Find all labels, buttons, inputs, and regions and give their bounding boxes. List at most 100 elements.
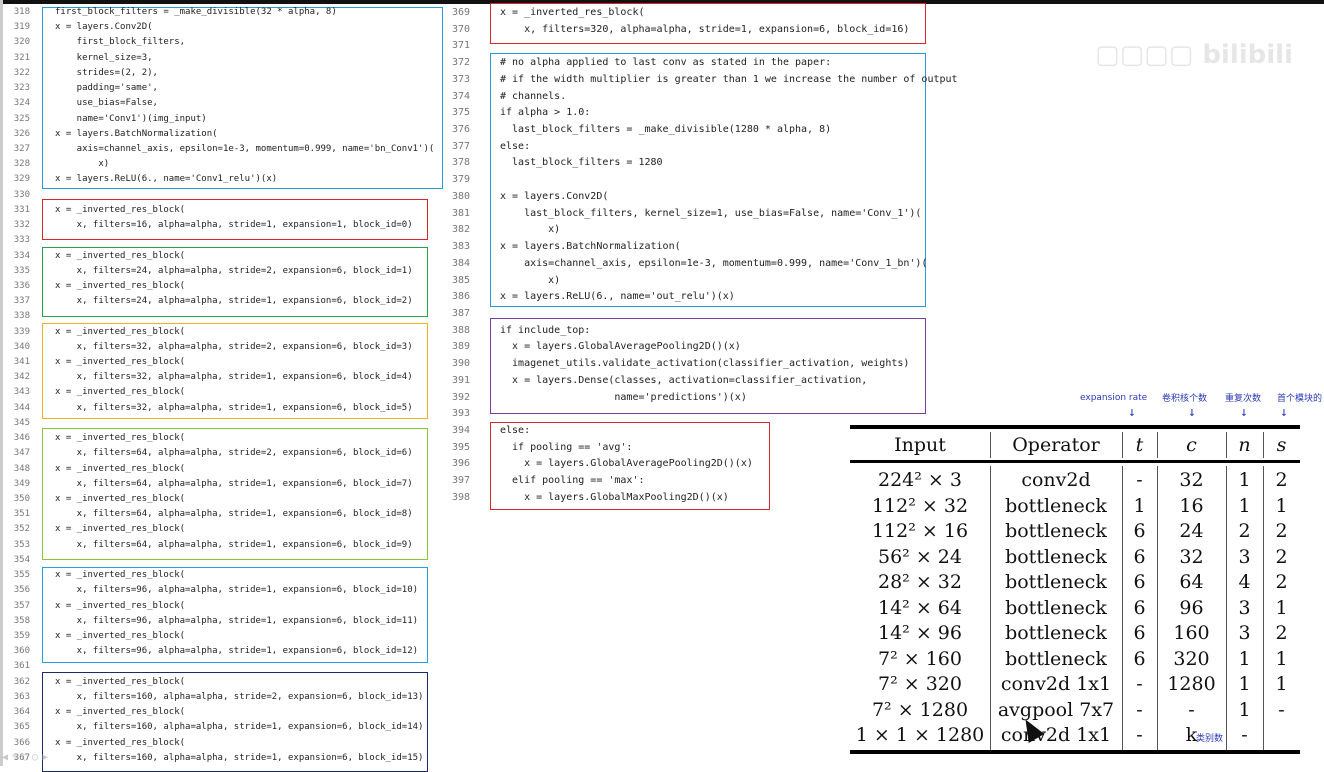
line-number: 344 <box>13 402 30 413</box>
line-number: 332 <box>13 220 30 231</box>
line-number: 354 <box>13 554 30 565</box>
code-text: axis=channel_axis, epsilon=1e-3, momentu… <box>500 257 928 269</box>
code-text: elif pooling == 'max': <box>500 475 645 487</box>
code-line: 356 x, filters=96, alpha=alpha, stride=1… <box>0 583 450 598</box>
table-cell: bottleneck <box>1005 571 1107 593</box>
table-header-2: t <box>1135 434 1144 456</box>
line-number: 340 <box>13 341 30 352</box>
code-text: x = _inverted_res_block( <box>55 600 186 611</box>
line-number: 384 <box>451 257 470 269</box>
table-cell: bottleneck <box>1005 520 1107 542</box>
line-number: 324 <box>13 98 30 109</box>
line-number: 342 <box>13 372 30 383</box>
caption-icon[interactable]: ◯ <box>22 752 28 763</box>
table-cell: 7² × 1280 <box>871 698 969 721</box>
code-text: x = _inverted_res_block( <box>55 676 186 687</box>
mobilenetv2-architecture-table: Input Operator t c n s 224² × 3 conv2d -32 1 2 112²… <box>850 420 1300 755</box>
code-line: 365 x, filters=160, alpha=alpha, stride=… <box>0 720 450 735</box>
table-header-4: n <box>1238 434 1251 456</box>
line-number: 380 <box>451 190 470 202</box>
line-number: 383 <box>451 241 470 253</box>
code-line: 318 first_block_filters = _make_divisible… <box>0 5 450 20</box>
line-number: 374 <box>451 90 470 102</box>
code-text: x = _inverted_res_block( <box>55 463 186 474</box>
code-line: 323 padding='same', <box>0 81 450 96</box>
code-line: 379 <box>440 172 980 189</box>
code-line: 385 x) <box>440 273 980 290</box>
line-number: 348 <box>13 463 30 474</box>
code-text: x = _inverted_res_block( <box>55 280 186 291</box>
code-line: 346 x = _inverted_res_block( <box>0 431 450 446</box>
table-cell: 32 <box>1179 545 1204 568</box>
code-line: 336 x = _inverted_res_block( <box>0 279 450 294</box>
table-cell: 112² × 32 <box>871 494 969 517</box>
code-line: 390 imagenet_utils.validate_activation(c… <box>440 356 980 373</box>
code-text: x = layers.Dense(classes, activation=cla… <box>500 374 868 386</box>
line-number: 336 <box>13 280 30 291</box>
table-cell: 1 <box>1238 698 1251 721</box>
line-number: 373 <box>451 73 470 85</box>
code-text: x = _inverted_res_block( <box>55 433 186 444</box>
code-line: 366 x = _inverted_res_block( <box>0 736 450 751</box>
code-text: if pooling == 'avg': <box>500 441 633 453</box>
code-line: 370 x, filters=320, alpha=alpha, stride=… <box>440 22 980 39</box>
pencil-icon[interactable]: ✎ <box>12 752 18 763</box>
line-number: 329 <box>13 174 30 185</box>
code-line: 350 x = _inverted_res_block( <box>0 492 450 507</box>
code-text: x = _inverted_res_block( <box>55 630 186 641</box>
code-line: 386 x = layers.ReLU(6., name='out_relu')(… <box>440 289 980 306</box>
code-text: if alpha > 1.0: <box>500 107 591 119</box>
table-cell: 14² × 64 <box>878 596 962 619</box>
code-line: 342 x, filters=32, alpha=alpha, stride=1… <box>0 370 450 385</box>
table-cell: 7² × 160 <box>878 647 962 670</box>
line-number: 398 <box>451 491 470 503</box>
line-number: 351 <box>13 509 30 520</box>
code-text: x, filters=64, alpha=alpha, stride=1, ex… <box>55 509 413 520</box>
line-number: 334 <box>13 250 30 261</box>
annotation-n: 重复次数 <box>1225 394 1262 404</box>
code-line: 328 x) <box>0 157 450 172</box>
line-number: 369 <box>451 7 470 18</box>
code-text: x, filters=160, alpha=alpha, stride=2, e… <box>55 691 424 702</box>
table-header-0: Input <box>894 434 946 456</box>
table-cell <box>1263 723 1300 748</box>
code-text: x = layers.BatchNormalization( <box>55 128 218 139</box>
table-cell: 3 <box>1238 545 1251 568</box>
code-line: 381 last_block_filters, kernel_size=1, u… <box>440 206 980 223</box>
line-number: 392 <box>451 391 470 403</box>
table-cell: 6 <box>1133 596 1146 619</box>
code-text: last_block_filters = _make_divisible(128… <box>500 124 832 136</box>
table-top-rule <box>850 425 1300 429</box>
code-line: 333 <box>0 233 450 248</box>
table-cell: conv2d 1x1 <box>1000 724 1112 746</box>
line-number: 338 <box>13 311 30 322</box>
code-line: 327 axis=channel_axis, epsilon=1e-3, mom… <box>0 142 450 157</box>
back-arrow-icon[interactable]: ◀ <box>2 752 8 763</box>
line-number: 328 <box>13 159 30 170</box>
line-number: 343 <box>13 387 30 398</box>
code-line: 330 <box>0 188 450 203</box>
code-text: strides=(2, 2), <box>55 67 158 78</box>
forward-arrow-icon[interactable]: ▶ <box>42 752 48 763</box>
more-icon[interactable]: ◯ <box>32 752 38 763</box>
line-number: 335 <box>13 265 30 276</box>
code-text: x, filters=24, alpha=alpha, stride=2, ex… <box>55 265 413 276</box>
table-cell: 6 <box>1133 571 1146 593</box>
line-number: 370 <box>451 23 470 35</box>
code-line: 389 x = layers.GlobalAveragePooling2D()(… <box>440 339 980 356</box>
code-text: x = _inverted_res_block( <box>55 357 186 368</box>
table-cell: 1 <box>1133 494 1146 517</box>
code-line: 388 if include_top: <box>440 323 980 340</box>
table-cell: 14² × 96 <box>878 622 962 644</box>
line-number: 330 <box>13 189 30 200</box>
annotation-s: 首个模块的 <box>1277 394 1323 404</box>
table-bottom-rule <box>850 750 1300 754</box>
code-text: # no alpha applied to last conv as state… <box>500 57 832 69</box>
line-number: 359 <box>13 630 30 641</box>
table-cell: 2 <box>1275 571 1288 593</box>
code-text: kernel_size=3, <box>55 52 153 63</box>
table-cell: 64 <box>1179 571 1204 593</box>
code-text: x = layers.BatchNormalization( <box>500 241 681 253</box>
code-line: 374 # channels. <box>440 89 980 106</box>
viewer-toolbar: ◀ ✎ ◯ ◯ ▶ <box>0 748 50 766</box>
